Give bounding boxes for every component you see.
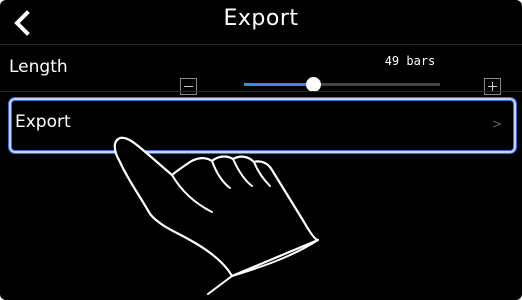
device-frame: Export Length 49 bars Export >: [0, 0, 522, 300]
export-label: Export: [15, 112, 71, 132]
length-row: Length 49 bars: [0, 45, 522, 95]
row-divider: [0, 91, 522, 92]
export-menu-item[interactable]: Export >: [9, 98, 516, 153]
decrease-length-button[interactable]: [180, 78, 197, 95]
length-label: Length: [9, 57, 68, 77]
chevron-right-icon: >: [491, 117, 502, 131]
increase-length-button[interactable]: [484, 78, 501, 95]
length-value: 49 bars: [384, 54, 436, 68]
length-slider-fill: [244, 83, 313, 86]
length-slider[interactable]: [244, 77, 440, 92]
length-slider-thumb[interactable]: [305, 77, 321, 92]
device-screen: Export Length 49 bars Export >: [0, 0, 522, 300]
screen-header: Export: [0, 0, 522, 45]
page-title: Export: [223, 6, 299, 31]
